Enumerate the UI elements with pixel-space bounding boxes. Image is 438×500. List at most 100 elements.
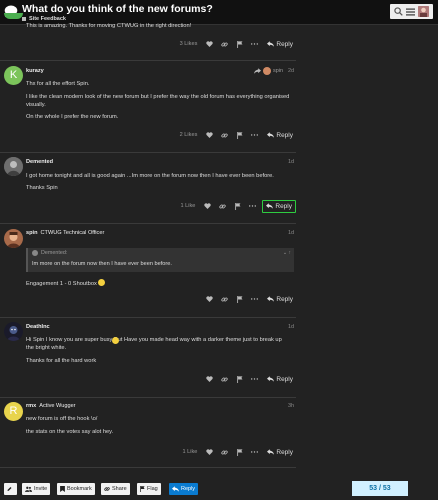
post-text: Hi Spin I know you are super busy But Ha… bbox=[26, 337, 282, 351]
username[interactable]: spin CTWUG Technical Officer bbox=[26, 230, 104, 236]
reply-icon bbox=[267, 376, 275, 382]
flag-icon[interactable] bbox=[232, 374, 247, 385]
flag-label: Flag bbox=[147, 486, 158, 492]
quote-block: Demented: ⌄ ↑ Im more on the forum now t… bbox=[26, 248, 294, 272]
post-divider bbox=[0, 223, 296, 224]
post-date[interactable]: 1d bbox=[288, 230, 294, 236]
flag-icon[interactable] bbox=[232, 130, 247, 141]
reply-to-indicator[interactable]: spin bbox=[254, 67, 283, 75]
reply-icon bbox=[267, 132, 275, 138]
username[interactable]: Demented bbox=[26, 159, 53, 165]
like-count[interactable]: 1 Like bbox=[180, 203, 195, 209]
link-icon[interactable] bbox=[217, 39, 232, 50]
avatar[interactable] bbox=[4, 322, 23, 341]
reply-label: Reply bbox=[276, 131, 293, 139]
bookmark-icon bbox=[60, 486, 65, 492]
post-date[interactable]: 2d bbox=[288, 68, 294, 74]
avatar[interactable] bbox=[4, 229, 23, 248]
link-icon[interactable] bbox=[217, 130, 232, 141]
avatar[interactable]: K bbox=[4, 66, 23, 85]
topic-progress[interactable]: 53 / 53 bbox=[352, 481, 408, 496]
post-date[interactable]: 3h bbox=[288, 403, 294, 409]
reply-label: Reply bbox=[276, 375, 293, 383]
menu-icon[interactable] bbox=[405, 7, 415, 16]
user-avatar[interactable] bbox=[418, 6, 430, 17]
edit-button[interactable] bbox=[4, 483, 17, 495]
header-icons bbox=[390, 4, 433, 19]
post-actions: 1 Like Reply bbox=[170, 199, 296, 213]
reply-label: Reply bbox=[276, 40, 293, 48]
avatar bbox=[263, 67, 271, 75]
avatar[interactable]: R bbox=[4, 402, 23, 421]
bookmark-button[interactable]: Bookmark bbox=[57, 483, 95, 495]
reply-icon bbox=[267, 449, 275, 455]
heart-icon[interactable] bbox=[202, 39, 217, 50]
more-icon[interactable] bbox=[247, 39, 262, 50]
post-divider bbox=[0, 152, 296, 153]
more-icon[interactable] bbox=[247, 447, 262, 458]
reply-icon bbox=[172, 486, 179, 492]
post-text: I like the clean modern look of the new … bbox=[26, 94, 290, 108]
post-date[interactable]: 1d bbox=[288, 159, 294, 165]
link-icon[interactable] bbox=[215, 201, 230, 212]
avatar[interactable] bbox=[4, 157, 23, 176]
heart-icon[interactable] bbox=[202, 374, 217, 385]
flag-button[interactable]: Flag bbox=[137, 483, 161, 495]
page-title[interactable]: What do you think of the new forums? bbox=[22, 3, 213, 15]
username[interactable]: DeathInc bbox=[26, 324, 50, 330]
reply-icon bbox=[266, 203, 274, 209]
post-actions: Reply bbox=[170, 372, 296, 386]
link-icon[interactable] bbox=[217, 447, 232, 458]
post-text: Engagement 1 - 0 Shoutbox bbox=[26, 279, 291, 288]
reply-label: Reply bbox=[276, 448, 293, 456]
post-text: Thanks Spin bbox=[26, 185, 58, 191]
post-divider bbox=[0, 467, 296, 468]
flag-icon[interactable] bbox=[232, 39, 247, 50]
reply-button[interactable]: Reply bbox=[264, 446, 296, 459]
user-title: CTWUG Technical Officer bbox=[40, 230, 105, 236]
like-count[interactable]: 2 Likes bbox=[180, 132, 198, 138]
reply-button[interactable]: Reply bbox=[264, 38, 296, 51]
more-icon[interactable] bbox=[247, 294, 262, 305]
like-count[interactable]: 1 Like bbox=[182, 449, 197, 455]
avatar bbox=[32, 250, 38, 256]
reply-button[interactable]: Reply bbox=[264, 129, 296, 142]
post-actions: 1 Like Reply bbox=[170, 445, 296, 459]
reply-label: Reply bbox=[275, 202, 292, 210]
post-text: Thx for all the effort Spin. bbox=[26, 81, 90, 87]
username[interactable]: kurazy bbox=[26, 68, 44, 74]
reply-arrow-icon bbox=[254, 68, 261, 74]
smile-emoji-icon bbox=[98, 279, 106, 286]
reply-button[interactable]: Reply bbox=[264, 293, 296, 306]
reply-button[interactable]: Reply bbox=[262, 199, 296, 213]
share-button[interactable]: Share bbox=[101, 483, 130, 495]
search-icon[interactable] bbox=[393, 7, 403, 16]
flag-icon[interactable] bbox=[230, 201, 245, 212]
heart-icon[interactable] bbox=[202, 130, 217, 141]
flag-icon[interactable] bbox=[232, 294, 247, 305]
more-icon[interactable] bbox=[247, 130, 262, 141]
more-icon[interactable] bbox=[245, 201, 260, 212]
reply-to-username: spin bbox=[273, 68, 284, 74]
link-icon[interactable] bbox=[217, 374, 232, 385]
more-icon[interactable] bbox=[247, 374, 262, 385]
reply-button-primary[interactable]: Reply bbox=[169, 483, 199, 495]
flag-icon[interactable] bbox=[232, 447, 247, 458]
users-icon bbox=[25, 486, 32, 492]
post-date[interactable]: 1d bbox=[288, 324, 294, 330]
post-text: Thanks for all the hard work bbox=[26, 358, 97, 364]
post-divider bbox=[0, 317, 296, 318]
invite-button[interactable]: Invite bbox=[22, 483, 51, 495]
like-count[interactable]: 3 Likes bbox=[180, 41, 198, 47]
reply-button[interactable]: Reply bbox=[264, 373, 296, 386]
post-text: On the whole I prefer the new forum. bbox=[26, 114, 119, 120]
heart-icon[interactable] bbox=[202, 294, 217, 305]
quote-expand-icon[interactable]: ⌄ ↑ bbox=[283, 250, 291, 256]
flag-icon bbox=[140, 486, 145, 492]
quote-header[interactable]: Demented: bbox=[32, 250, 67, 256]
heart-icon[interactable] bbox=[202, 447, 217, 458]
post-divider bbox=[0, 60, 296, 61]
link-icon[interactable] bbox=[217, 294, 232, 305]
username[interactable]: rmx Active Wugger bbox=[26, 403, 76, 409]
heart-icon[interactable] bbox=[200, 201, 215, 212]
